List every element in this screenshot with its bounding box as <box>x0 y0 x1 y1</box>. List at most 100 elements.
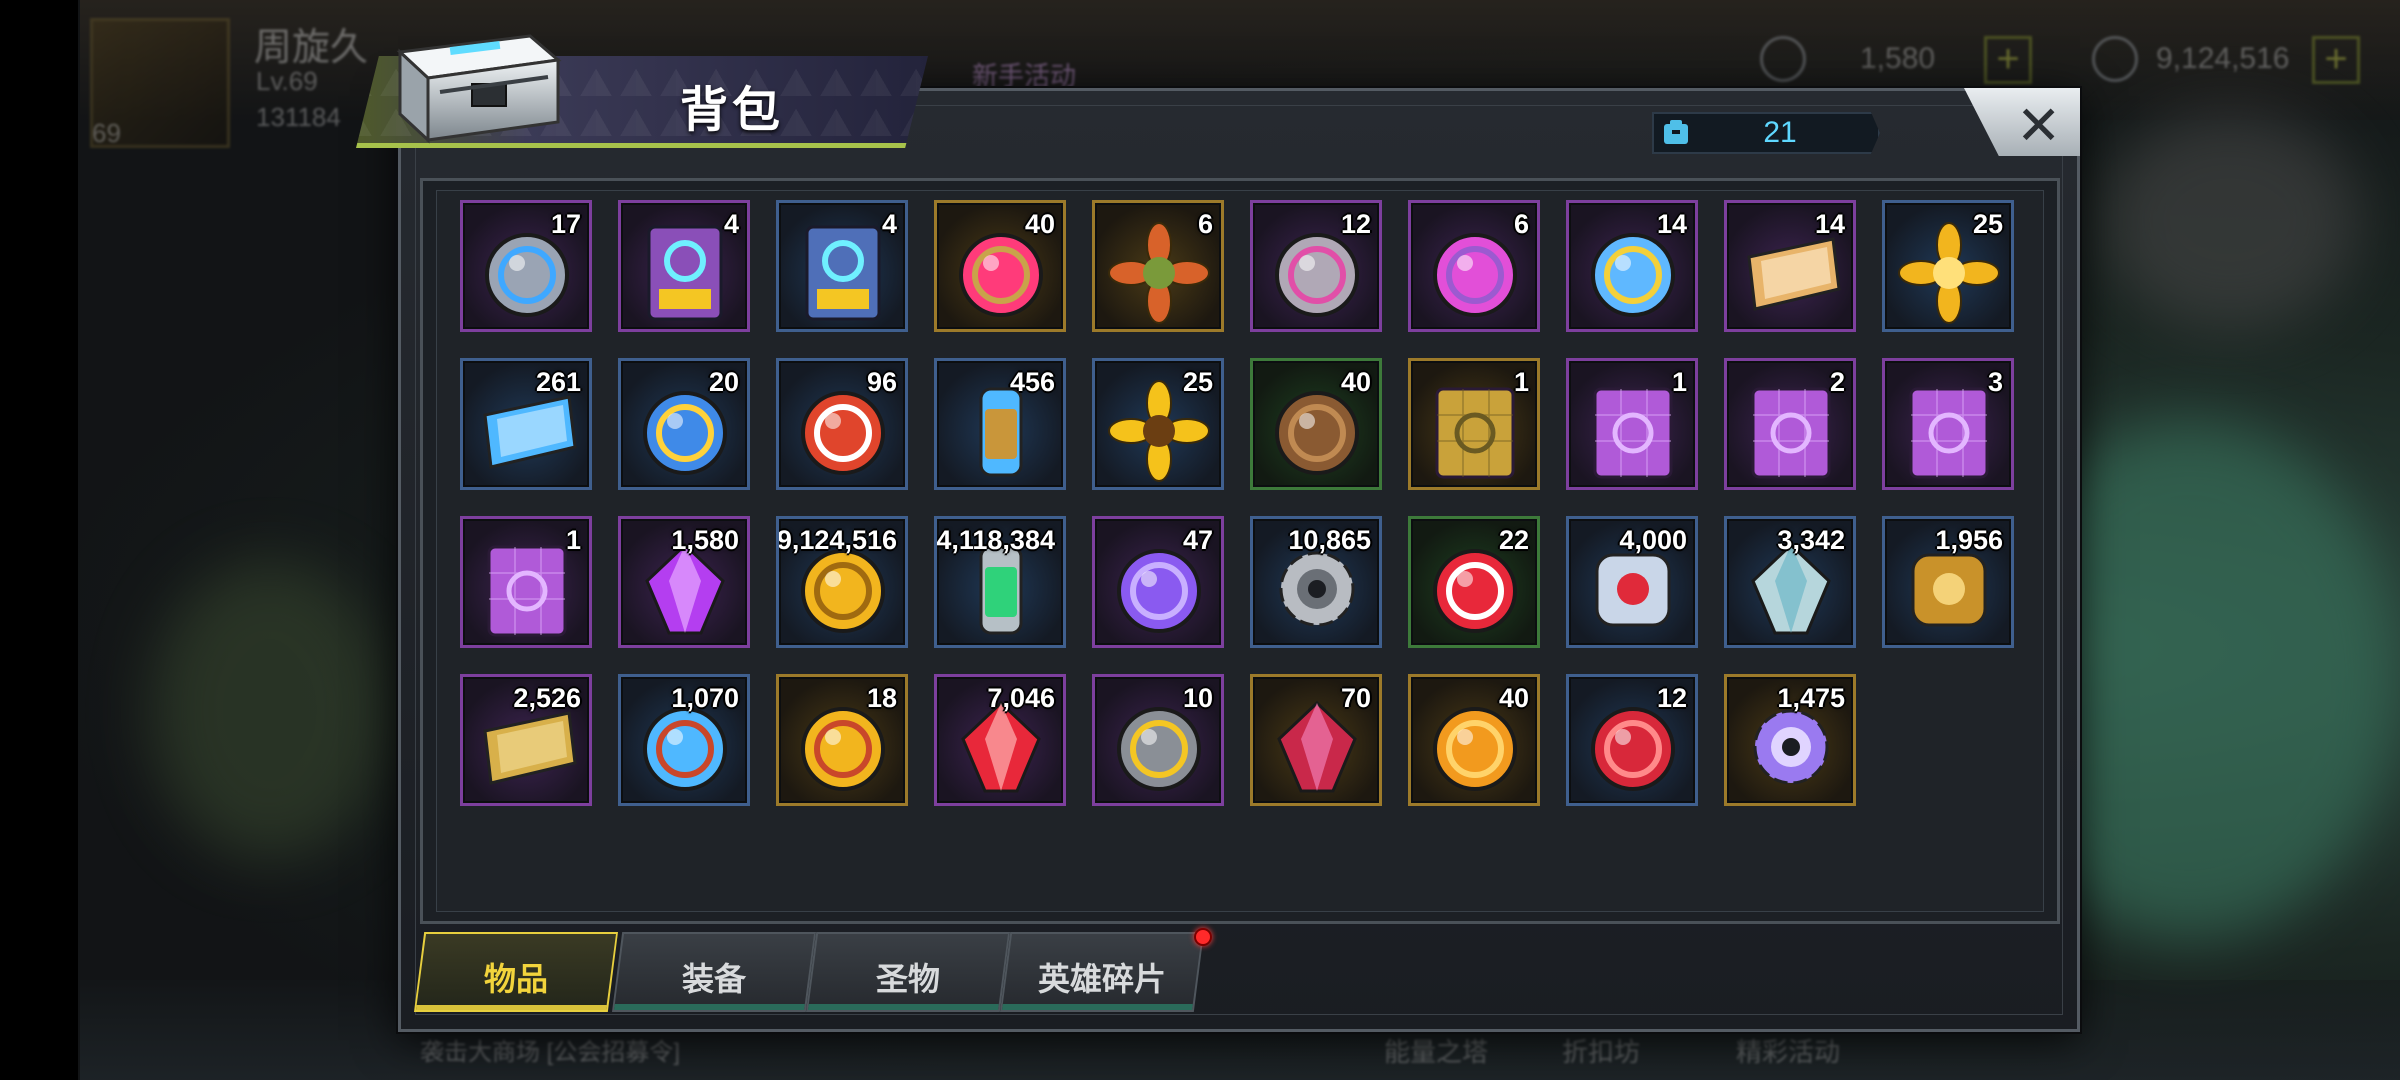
item-quantity: 3,342 <box>1777 525 1845 555</box>
tab-relics[interactable]: 圣物 <box>808 934 1008 1010</box>
tab-label: 圣物 <box>875 960 940 998</box>
inventory-slot[interactable]: 10 <box>1092 674 1224 806</box>
capacity-value: 21 <box>1763 116 1797 149</box>
item-quantity: 14 <box>1656 209 1687 239</box>
player-name: 周旋久 <box>254 27 369 69</box>
inventory-slot[interactable]: 18 <box>776 674 908 806</box>
inventory-slot[interactable]: 261 <box>460 358 592 490</box>
add-resource-2-button[interactable]: + <box>2312 36 2360 84</box>
item-quantity: 3 <box>1987 367 2003 397</box>
item-quantity: 7,046 <box>987 683 1055 713</box>
item-quantity: 12 <box>1340 209 1371 239</box>
item-quantity: 1 <box>1513 367 1529 397</box>
resource-1-value: 1,580 <box>1860 42 1936 75</box>
inventory-slot[interactable]: 6 <box>1092 200 1224 332</box>
inventory-slot[interactable]: 2 <box>1724 358 1856 490</box>
inventory-slot[interactable]: 22 <box>1408 516 1540 648</box>
resource-2-value: 9,124,516 <box>2156 42 2290 75</box>
inventory-slot[interactable]: 25 <box>1882 200 2014 332</box>
inventory-slot[interactable]: 3 <box>1882 358 2014 490</box>
item-quantity: 20 <box>708 367 739 397</box>
item-quantity: 6 <box>1197 209 1213 239</box>
inventory-slot[interactable]: 70 <box>1250 674 1382 806</box>
inventory-slot[interactable]: 14 <box>1566 200 1698 332</box>
inventory-slot[interactable]: 4,000 <box>1566 516 1698 648</box>
item-quantity: 1,475 <box>1777 683 1845 713</box>
coin-resource-icon <box>2092 36 2138 82</box>
inventory-slot[interactable]: 40 <box>1250 358 1382 490</box>
inventory-slot[interactable]: 4 <box>618 200 750 332</box>
inventory-slot[interactable]: 1,956 <box>1882 516 2014 648</box>
tab-label: 装备 <box>681 960 746 998</box>
inventory-slot[interactable]: 96 <box>776 358 908 490</box>
chest-icon <box>396 34 562 144</box>
inventory-slot[interactable]: 3,342 <box>1724 516 1856 648</box>
inventory-slot[interactable]: 6 <box>1408 200 1540 332</box>
item-quantity: 47 <box>1182 525 1213 555</box>
item-quantity: 25 <box>1972 209 2003 239</box>
add-resource-1-button[interactable]: + <box>1984 36 2032 84</box>
chat-hint[interactable]: 袭击大商场 [公会招募令] <box>420 1032 680 1067</box>
item-quantity: 10,865 <box>1288 525 1371 555</box>
tab-underline <box>416 1005 616 1010</box>
inventory-slot[interactable]: 1 <box>1408 358 1540 490</box>
inventory-slot[interactable]: 9,124,516 <box>776 516 908 648</box>
inventory-slot[interactable]: 10,865 <box>1250 516 1382 648</box>
tab-items[interactable]: 物品 <box>416 934 616 1010</box>
inventory-slot[interactable]: 1,580 <box>618 516 750 648</box>
inventory-slot[interactable]: 456 <box>934 358 1066 490</box>
item-quantity: 4,000 <box>1619 525 1687 555</box>
player-level: Lv.69 <box>256 66 318 96</box>
item-quantity: 1 <box>565 525 581 555</box>
item-quantity: 4 <box>723 209 739 239</box>
tab-hero-fragments[interactable]: 英雄碎片 <box>1002 934 1202 1010</box>
inventory-slot[interactable]: 1 <box>1566 358 1698 490</box>
inventory-slot[interactable]: 14 <box>1724 200 1856 332</box>
item-quantity: 40 <box>1024 209 1055 239</box>
tab-underline <box>614 1004 814 1010</box>
inventory-slot[interactable]: 17 <box>460 200 592 332</box>
diamond-resource-icon <box>1760 36 1806 82</box>
item-quantity: 14 <box>1814 209 1845 239</box>
inventory-slot[interactable]: 1,070 <box>618 674 750 806</box>
item-quantity: 261 <box>535 367 581 397</box>
item-quantity: 4 <box>881 209 897 239</box>
item-quantity: 96 <box>866 367 897 397</box>
inventory-slot[interactable]: 2,526 <box>460 674 592 806</box>
close-icon: ✕ <box>2016 96 2062 156</box>
inventory-slot[interactable]: 4,118,384 <box>934 516 1066 648</box>
inventory-slot[interactable]: 40 <box>934 200 1066 332</box>
inventory-slot[interactable]: 4 <box>776 200 908 332</box>
item-quantity: 10 <box>1182 683 1213 713</box>
tab-underline <box>1002 1004 1202 1010</box>
inventory-slot[interactable]: 20 <box>618 358 750 490</box>
item-quantity: 2,526 <box>513 683 581 713</box>
bottom-menu-item[interactable]: 精彩活动 <box>1736 1032 1840 1069</box>
item-quantity: 12 <box>1656 683 1687 713</box>
item-quantity: 2 <box>1829 367 1845 397</box>
item-quantity: 1,956 <box>1935 525 2003 555</box>
inventory-slot[interactable]: 47 <box>1092 516 1224 648</box>
inventory-slot[interactable]: 12 <box>1566 674 1698 806</box>
screen-notch-area <box>0 0 78 1080</box>
inventory-slot[interactable]: 1 <box>460 516 592 648</box>
item-quantity: 1,070 <box>671 683 739 713</box>
inventory-slot[interactable]: 40 <box>1408 674 1540 806</box>
inventory-slot[interactable]: 25 <box>1092 358 1224 490</box>
backpack-capacity-icon <box>1664 120 1688 144</box>
item-quantity: 6 <box>1513 209 1529 239</box>
bottom-menu-item[interactable]: 能量之塔 <box>1384 1032 1488 1069</box>
bg-glow <box>2100 110 2360 330</box>
item-quantity: 9,124,516 <box>776 525 897 555</box>
item-quantity: 4,118,384 <box>936 525 1055 555</box>
item-quantity: 18 <box>866 683 897 713</box>
bottom-menu-item[interactable]: 折扣坊 <box>1562 1032 1640 1069</box>
tab-equipment[interactable]: 装备 <box>614 934 814 1010</box>
player-power: 131184 <box>256 102 341 132</box>
inventory-slot[interactable]: 1,475 <box>1724 674 1856 806</box>
notification-dot <box>1194 928 1212 946</box>
item-quantity: 22 <box>1498 525 1529 555</box>
tab-label: 英雄碎片 <box>1037 960 1166 998</box>
inventory-slot[interactable]: 12 <box>1250 200 1382 332</box>
inventory-slot[interactable]: 7,046 <box>934 674 1066 806</box>
